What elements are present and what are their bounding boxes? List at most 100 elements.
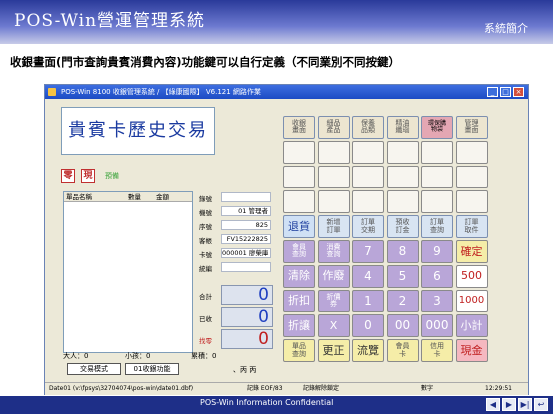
key-label: 0 xyxy=(364,318,372,333)
slide-subtitle: 收銀畫面(門市查詢貴賓消費內容)功能鍵可以自行定義（不同業別不同按鍵） xyxy=(10,55,401,69)
blank-key[interactable] xyxy=(283,190,315,214)
blank-key[interactable] xyxy=(317,140,350,164)
blank-key[interactable] xyxy=(421,140,453,164)
key-0-5[interactable]: 管理畫面 xyxy=(455,116,488,139)
key-4-5[interactable]: 訂單取件 xyxy=(455,215,488,238)
screen-title: 貴賓卡歷史交易 xyxy=(61,107,215,155)
key-7-4[interactable]: 3 xyxy=(421,289,453,313)
info-value[interactable]: 01 管理者 xyxy=(221,206,271,216)
key-8-0[interactable]: 折讓 xyxy=(283,314,315,338)
key-label: 小計 xyxy=(460,319,483,333)
next-icon[interactable]: ▶ xyxy=(502,398,516,411)
key-9-4[interactable]: 信用卡 xyxy=(421,339,453,362)
key-7-3[interactable]: 2 xyxy=(386,289,419,313)
blank-key[interactable] xyxy=(386,165,419,189)
key-5-0[interactable]: 會員查詢 xyxy=(283,240,315,263)
blank-key[interactable] xyxy=(317,190,350,214)
blank-key[interactable] xyxy=(455,165,488,189)
zero-tag-button[interactable]: 零 xyxy=(61,169,75,183)
last-icon[interactable]: ▶| xyxy=(518,398,532,411)
info-value[interactable] xyxy=(221,262,271,272)
blank-key[interactable] xyxy=(317,165,350,189)
key-7-1[interactable]: 折價券 xyxy=(317,289,350,313)
blank-key[interactable] xyxy=(421,165,453,189)
key-4-4[interactable]: 訂單查詢 xyxy=(421,215,453,238)
blank-key[interactable] xyxy=(352,165,384,189)
key-8-1[interactable]: X xyxy=(317,314,350,338)
key-label: 4 xyxy=(364,268,372,283)
key-6-0[interactable]: 清除 xyxy=(283,264,315,288)
blank-key[interactable] xyxy=(386,190,419,214)
info-value[interactable]: 000001 廖榮庫 xyxy=(221,248,271,258)
key-0-2[interactable]: 保養品類 xyxy=(352,116,384,139)
key-5-3[interactable]: 8 xyxy=(386,240,419,263)
key-5-5[interactable]: 確定 xyxy=(455,240,488,263)
blank-key[interactable] xyxy=(283,140,315,164)
key-6-1[interactable]: 作廢 xyxy=(317,264,350,288)
key-label: 2 xyxy=(398,293,407,308)
blank-key[interactable] xyxy=(352,140,384,164)
key-label: 更正 xyxy=(322,343,345,357)
key-label: 折扣 xyxy=(288,294,310,308)
cash-function-button[interactable]: 01收銀功能 xyxy=(125,363,179,375)
info-value[interactable]: FV15222825 xyxy=(221,234,271,244)
col-item-name: 單品名稱 xyxy=(66,193,92,201)
key-label: 會員卡 xyxy=(395,342,410,358)
key-6-4[interactable]: 6 xyxy=(421,264,453,288)
key-6-3[interactable]: 5 xyxy=(386,264,419,288)
key-8-4[interactable]: 000 xyxy=(421,314,453,338)
blank-key[interactable] xyxy=(455,140,488,164)
prev-icon[interactable]: ◀ xyxy=(486,398,500,411)
key-8-5[interactable]: 小計 xyxy=(455,314,488,338)
key-8-3[interactable]: 00 xyxy=(386,314,419,338)
blank-key[interactable] xyxy=(421,190,453,214)
key-label: 000 xyxy=(425,318,449,333)
item-list[interactable]: 單品名稱 數量 金額 xyxy=(63,191,193,353)
info-label: 客帳 xyxy=(199,237,212,245)
key-8-2[interactable]: 0 xyxy=(352,314,384,338)
info-label: 機號 xyxy=(199,209,212,217)
key-7-0[interactable]: 折扣 xyxy=(283,289,315,313)
cash-tag-button[interactable]: 現 xyxy=(81,169,95,183)
trade-mode-button[interactable]: 交易模式 xyxy=(67,363,121,375)
key-0-3[interactable]: 精油纖瑙 xyxy=(386,116,419,139)
key-5-4[interactable]: 9 xyxy=(421,240,453,263)
key-label: 訂單查詢 xyxy=(430,218,444,234)
key-5-2[interactable]: 7 xyxy=(352,240,384,263)
info-value[interactable] xyxy=(221,192,271,202)
key-label: 細品產品 xyxy=(326,119,341,135)
key-label: 1 xyxy=(364,293,372,308)
key-label: 3 xyxy=(433,293,441,308)
minimize-button[interactable]: _ xyxy=(487,87,498,97)
key-4-2[interactable]: 訂單交期 xyxy=(352,215,384,238)
key-6-2[interactable]: 4 xyxy=(352,264,384,288)
info-value[interactable]: 825 xyxy=(221,220,271,230)
key-0-4[interactable]: 環保購物袋 xyxy=(421,116,453,139)
blank-key[interactable] xyxy=(283,165,315,189)
close-button[interactable]: × xyxy=(513,87,524,97)
key-9-1[interactable]: 更正 xyxy=(317,339,350,362)
key-4-0[interactable]: 退貨 xyxy=(283,215,315,238)
key-7-5[interactable]: 1000 xyxy=(455,289,488,313)
key-0-0[interactable]: 收銀畫面 xyxy=(283,116,315,139)
key-9-2[interactable]: 流覽 xyxy=(352,339,384,362)
key-9-5[interactable]: 現金 xyxy=(455,339,488,362)
key-9-3[interactable]: 會員卡 xyxy=(386,339,419,362)
col-qty: 數量 xyxy=(128,193,141,201)
key-7-2[interactable]: 1 xyxy=(352,289,384,313)
key-label: 作廢 xyxy=(322,269,345,283)
key-4-3[interactable]: 預收訂金 xyxy=(386,215,419,238)
blank-key[interactable] xyxy=(386,140,419,164)
slide-title: POS-Win營運管理系統 xyxy=(14,11,206,31)
key-6-5[interactable]: 500 xyxy=(455,264,488,288)
return-icon[interactable]: ↩ xyxy=(534,398,548,411)
blank-key[interactable] xyxy=(455,190,488,214)
blank-key[interactable] xyxy=(352,190,384,214)
key-0-1[interactable]: 細品產品 xyxy=(317,116,350,139)
maximize-button[interactable]: □ xyxy=(500,87,511,97)
key-5-1[interactable]: 消費查詢 xyxy=(317,240,350,263)
key-label: 消費查詢 xyxy=(326,243,341,259)
key-9-0[interactable]: 單品查詢 xyxy=(283,339,315,362)
key-4-1[interactable]: 新增訂單 xyxy=(317,215,350,238)
key-label: 環保購物袋 xyxy=(427,120,446,134)
